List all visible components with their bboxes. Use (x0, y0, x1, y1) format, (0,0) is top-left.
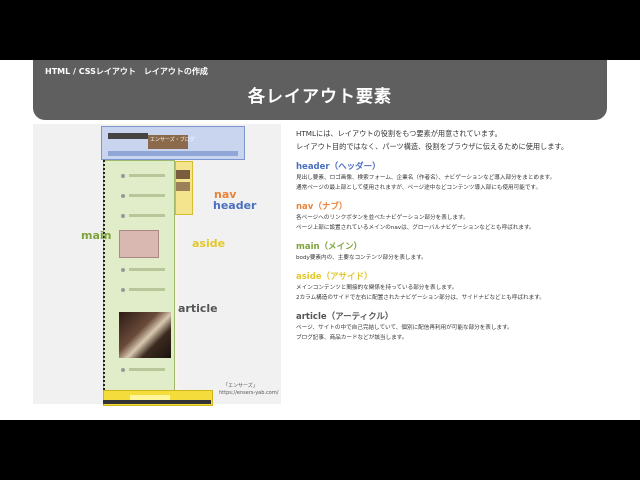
list-bullet (121, 174, 125, 178)
section-line: 見出し要素、ロゴ画像、検索フォーム、企業名（作者名）、ナビゲーションなど導入部分… (296, 175, 556, 181)
list-bullet (121, 214, 125, 218)
section-title: nav（ナブ） (296, 202, 348, 212)
credit-url: https://ensers-yab.com/ (219, 390, 279, 396)
section-title: main（メイン） (296, 242, 363, 252)
list-bullet (121, 194, 125, 198)
article-thumbnail (119, 230, 159, 258)
section-line: ブログ記事、商品カードなどが該当します。 (296, 335, 408, 341)
dashed-border (103, 160, 105, 392)
section-line: ページ上部に設置されているメインのnavは、グローバルナビゲーションなどとも呼ば… (296, 225, 535, 231)
page-title: 各レイアウト要素 (248, 87, 392, 107)
intro-line: レイアウト目的ではなく、パーツ構造、役割をブラウザに伝えるために使用します。 (296, 141, 569, 151)
list-item (129, 194, 165, 197)
section-main: main（メイン） body要素内の、主要なコンテンツ部分を表します。 (296, 241, 626, 263)
article-photo (119, 312, 171, 358)
section-line: 2カラム構造のサイドで左右に配置されたナビゲーション部分は、サイドナビなどとも呼… (296, 295, 545, 301)
list-item (129, 268, 165, 271)
section-title: header（ヘッダー） (296, 162, 381, 172)
list-item (129, 288, 165, 291)
list-item (129, 174, 165, 177)
section-line: 通常ページの最上部として使用されますが、ページ途中などコンテンツ導入部にも使用可… (296, 185, 542, 191)
layout-screenshot: エンサーズ・ブログ 「エンサーズ」 https://ensers-yab.com… (33, 124, 281, 406)
breadcrumb: HTML / CSSレイアウト レイアウトの作成 (45, 67, 208, 76)
footer-region (103, 400, 211, 404)
intro-line: HTMLには、レイアウトの役割をもつ要素が用意されています。 (296, 129, 502, 138)
label-header: header (213, 199, 257, 212)
banner-text: エンサーズ・ブログ (150, 137, 195, 143)
section-line: ページ、サイトの中で自己完結していて、個別に配信再利用が可能な部分を表します。 (296, 325, 513, 331)
title-bar: HTML / CSSレイアウト レイアウトの作成 各レイアウト要素 (33, 60, 607, 120)
nav-region (108, 151, 238, 156)
list-bullet (121, 268, 125, 272)
credit-name: 「エンサーズ」 (223, 383, 258, 389)
list-bullet (121, 368, 125, 372)
label-main: main (81, 229, 112, 242)
label-aside-side: aside (192, 237, 226, 250)
side-thumbnail (176, 182, 190, 191)
list-item (129, 368, 165, 371)
section-line: メインコンテンツと間接的な関係を持っている部分を表します。 (296, 285, 458, 291)
section-article: article（アーティクル） ページ、サイトの中で自己完結していて、個別に配信… (296, 311, 626, 343)
section-line: 各ページへのリンクボタンを並べたナビゲーション部分を表します。 (296, 215, 469, 221)
section-line: body要素内の、主要なコンテンツ部分を表します。 (296, 255, 427, 261)
section-title: aside（アサイド） (296, 272, 373, 282)
section-title: article（アーティクル） (296, 312, 394, 322)
list-item (129, 214, 165, 217)
logo (108, 133, 148, 139)
section-nav: nav（ナブ） 各ページへのリンクボタンを並べたナビゲーション部分を表します。 … (296, 201, 626, 233)
side-thumbnail (176, 170, 190, 179)
header-region: エンサーズ・ブログ (101, 126, 245, 160)
slide: HTML / CSSレイアウト レイアウトの作成 各レイアウト要素 エンサーズ・… (0, 60, 640, 420)
section-header: header（ヘッダー） 見出し要素、ロゴ画像、検索フォーム、企業名（作者名）、… (296, 161, 626, 193)
list-bullet (121, 288, 125, 292)
label-article: article (178, 302, 218, 315)
description-panel: HTMLには、レイアウトの役割をもつ要素が用意されています。 レイアウト目的では… (296, 128, 626, 343)
section-aside: aside（アサイド） メインコンテンツと間接的な関係を持っている部分を表します… (296, 271, 626, 303)
